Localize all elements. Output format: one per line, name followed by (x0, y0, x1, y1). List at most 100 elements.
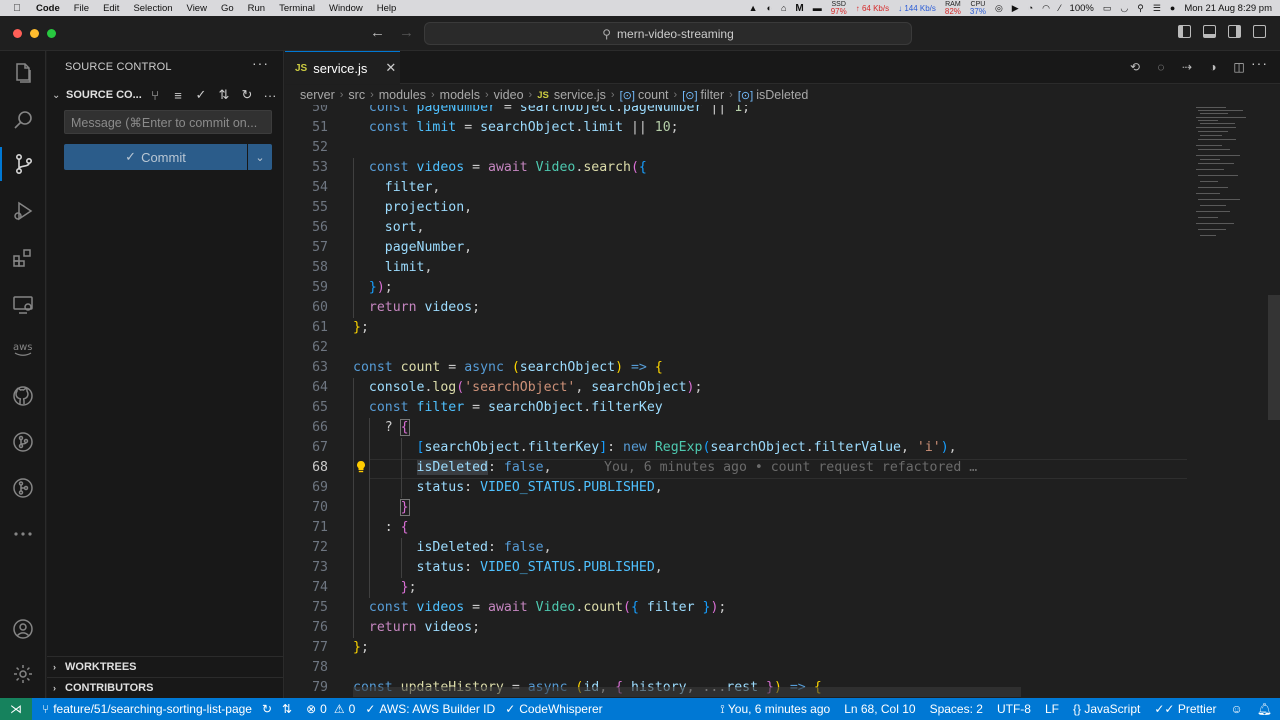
close-window-button[interactable] (13, 29, 22, 38)
code-line[interactable]: 70 } (285, 498, 1185, 518)
toggle-panel-icon[interactable] (1203, 25, 1216, 38)
code-line[interactable]: 64 console.log('searchObject', searchObj… (285, 378, 1185, 398)
flashlight-icon[interactable]: ▲ (749, 3, 758, 13)
minimize-window-button[interactable] (30, 29, 39, 38)
code-line[interactable]: 62 (285, 338, 1185, 358)
code-line[interactable]: 53 const videos = await Video.search({ (285, 158, 1185, 178)
breadcrumb-file[interactable]: service.js (554, 88, 606, 102)
remote-indicator-icon[interactable]: ⋊ (0, 698, 32, 720)
menu-run[interactable]: Run (248, 3, 265, 14)
commit-message-input[interactable]: Message (⌘Enter to commit on... (64, 110, 272, 134)
search-icon[interactable]: ⚲ (1137, 3, 1144, 14)
problems-indicator[interactable]: ⊗ 0 ⚠ 0 (306, 702, 355, 716)
code-line[interactable]: 58 limit, (285, 258, 1185, 278)
control-center-icon[interactable]: ☰ (1153, 3, 1161, 14)
aws-indicator[interactable]: ✓ AWS: AWS Builder ID (365, 702, 495, 716)
commit-button[interactable]: ✓ Commit (64, 144, 247, 170)
gitlens-inspect-icon[interactable]: ⑂ (147, 87, 163, 103)
headphones-icon[interactable]: ◠ (1042, 3, 1050, 14)
toggle-secondary-sidebar-icon[interactable] (1228, 25, 1241, 38)
menu-window[interactable]: Window (329, 3, 363, 14)
git-graph-icon[interactable] (0, 425, 46, 459)
battery-icon[interactable]: ▭ (1103, 3, 1112, 14)
code-line-current[interactable]: 68 isDeleted: false, You, 6 minutes ago … (285, 458, 1185, 478)
ssd-stat[interactable]: SSD 97% (831, 1, 847, 16)
extensions-icon[interactable] (0, 241, 46, 275)
code-line[interactable]: 63 const count = async (searchObject) => … (285, 358, 1185, 378)
breadcrumb-symbol[interactable]: filter (701, 88, 725, 102)
code-line[interactable]: 76 return videos; (285, 618, 1185, 638)
more-views-icon[interactable] (0, 517, 46, 551)
commit-dropdown-button[interactable]: ⌄ (248, 144, 272, 170)
code-line[interactable]: 55 projection, (285, 198, 1185, 218)
vertical-scrollbar[interactable] (1268, 295, 1280, 420)
code-line[interactable]: 52 (285, 138, 1185, 158)
ram-stat[interactable]: RAM 82% (945, 1, 961, 16)
menu-file[interactable]: File (74, 3, 89, 14)
siri-icon[interactable]: ● (1170, 3, 1175, 13)
source-control-icon[interactable] (0, 147, 46, 181)
pull-request-icon[interactable]: ⇅ (216, 87, 232, 103)
forward-arrow-icon[interactable]: → (399, 24, 414, 41)
cpu-stat[interactable]: CPU 37% (970, 1, 986, 16)
code-line[interactable]: 51 const limit = searchObject.limit || 1… (285, 118, 1185, 138)
m-icon[interactable]: M (795, 3, 803, 14)
branch-indicator[interactable]: ⑂ feature/51/searching-sorting-list-page… (42, 702, 292, 716)
menu-view[interactable]: View (187, 3, 207, 14)
gitlens-icon[interactable] (0, 471, 46, 505)
datetime[interactable]: Mon 21 Aug 8:29 pm (1184, 3, 1272, 14)
code-line[interactable]: 78 (285, 658, 1185, 678)
code-line[interactable]: 57 pageNumber, (285, 238, 1185, 258)
blame-indicator[interactable]: ⟟ You, 6 minutes ago (720, 702, 830, 717)
back-arrow-icon[interactable]: ← (370, 24, 385, 41)
cursor-position[interactable]: Ln 68, Col 10 (844, 702, 915, 716)
search-icon[interactable] (0, 103, 46, 137)
breadcrumb-item[interactable]: models (440, 88, 480, 102)
notifications-bell-icon[interactable]: 🔔︎ (1257, 702, 1272, 716)
code-line[interactable]: 66 ? { (285, 418, 1185, 438)
split-editor-icon[interactable]: ◫ (1232, 60, 1246, 74)
customize-layout-icon[interactable] (1253, 25, 1266, 38)
code-line[interactable]: 61}; (285, 318, 1185, 338)
indentation[interactable]: Spaces: 2 (930, 702, 983, 716)
next-change-icon[interactable]: ⇢ (1180, 60, 1194, 74)
battery-percent[interactable]: 100% (1070, 3, 1094, 14)
more-actions-icon[interactable]: ··· (262, 87, 278, 103)
code-line[interactable]: 54 filter, (285, 178, 1185, 198)
code-line[interactable]: 50 const pageNumber = searchObject.pageN… (285, 105, 1185, 118)
code-line[interactable]: 67 [searchObject.filterKey]: new RegExp(… (285, 438, 1185, 458)
menu-edit[interactable]: Edit (103, 3, 119, 14)
activity-icon[interactable]: ◐ (767, 3, 772, 13)
code-line[interactable]: 56 sort, (285, 218, 1185, 238)
code-line[interactable]: 69 status: VIDEO_STATUS.PUBLISHED, (285, 478, 1185, 498)
run-debug-icon[interactable] (0, 194, 46, 228)
previous-change-icon[interactable]: ◌ (1154, 60, 1168, 74)
code-line[interactable]: 72 isDeleted: false, (285, 538, 1185, 558)
zoom-window-button[interactable] (47, 29, 56, 38)
close-icon[interactable]: ✕ (385, 60, 396, 76)
apple-icon[interactable]:  (10, 3, 24, 14)
menu-terminal[interactable]: Terminal (279, 3, 315, 14)
menu-help[interactable]: Help (377, 3, 397, 14)
horizontal-scrollbar[interactable] (353, 687, 1021, 697)
tab-service-js[interactable]: JS service.js ✕ (285, 51, 400, 84)
slash-icon[interactable]: ⁄ (1059, 3, 1061, 13)
code-line[interactable]: 74 }; (285, 578, 1185, 598)
editor-more-icon[interactable]: ··· (1251, 55, 1268, 71)
gitlens-icon[interactable]: ◑ (1206, 60, 1220, 74)
code-line[interactable]: 71 : { (285, 518, 1185, 538)
explorer-icon[interactable] (0, 56, 46, 90)
codewhisperer-indicator[interactable]: ✓ CodeWhisperer (505, 702, 602, 716)
manage-gear-icon[interactable] (0, 657, 46, 691)
refresh-icon[interactable]: ↻ (239, 87, 255, 103)
code-line[interactable]: 65 const filter = searchObject.filterKey (285, 398, 1185, 418)
net-upload[interactable]: ↑ 64 Kb/s (856, 4, 889, 13)
github-icon[interactable] (0, 379, 46, 413)
net-download[interactable]: ↓ 144 Kb/s (898, 4, 936, 13)
menu-app[interactable]: Code (36, 3, 60, 14)
end-of-line[interactable]: LF (1045, 702, 1059, 716)
sidebar-more-icon[interactable]: ··· (252, 55, 269, 71)
language-mode[interactable]: {} JavaScript (1073, 702, 1140, 716)
prettier-indicator[interactable]: ✓✓ Prettier (1154, 702, 1216, 716)
command-center[interactable]: ⚲ mern-video-streaming (424, 22, 912, 45)
